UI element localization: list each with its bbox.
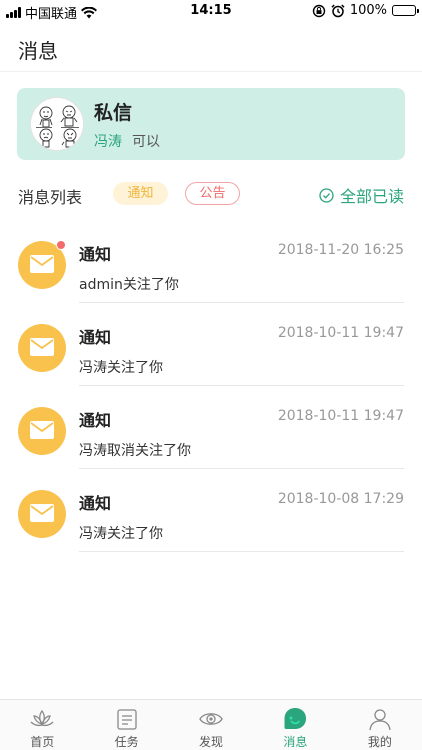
message-title: 通知	[79, 494, 112, 513]
tab-discover[interactable]: 发现	[169, 700, 253, 750]
task-icon	[116, 709, 137, 730]
message-time: 2018-10-08 17:29	[277, 491, 404, 507]
page-header: 消息	[0, 22, 422, 72]
list-item[interactable]: 通知 2018-10-11 19:47 冯涛关注了你	[0, 303, 422, 386]
private-message-preview: 可以	[132, 134, 160, 150]
mark-all-read-label: 全部已读	[339, 187, 404, 206]
person-icon	[369, 709, 391, 731]
alarm-icon	[331, 3, 345, 17]
battery-percent: 100%	[349, 3, 387, 18]
check-circle-icon	[319, 187, 334, 203]
message-time: 2018-10-11 19:47	[277, 325, 404, 341]
avatar	[30, 97, 84, 151]
message-time: 2018-10-11 19:47	[277, 408, 404, 424]
message-list-title: 消息列表	[18, 188, 83, 207]
message-title: 通知	[79, 328, 112, 347]
list-item[interactable]: 通知 2018-11-20 16:25 admin关注了你	[0, 220, 422, 303]
filter-tag-notice[interactable]: 通知	[113, 182, 168, 205]
message-icon	[284, 708, 307, 729]
status-bar: 中国联通 14:15 100%	[0, 0, 422, 22]
rotation-lock-icon	[312, 4, 326, 17]
mail-icon	[18, 324, 66, 372]
battery-icon	[392, 5, 419, 16]
message-text: 冯涛关注了你	[79, 526, 163, 542]
filter-tag-announcement[interactable]: 公告	[185, 182, 240, 205]
tab-tasks[interactable]: 任务	[84, 700, 168, 750]
message-list: 通知 2018-11-20 16:25 admin关注了你 通知 2018-10…	[0, 220, 422, 552]
tab-bar: 首页 任务 发现 消息 我的	[0, 699, 422, 750]
tab-home-label: 首页	[30, 735, 55, 749]
mail-icon	[18, 407, 66, 455]
tab-messages[interactable]: 消息	[253, 700, 337, 750]
list-item[interactable]: 通知 2018-10-08 17:29 冯涛关注了你	[0, 469, 422, 552]
mail-icon	[18, 240, 66, 289]
message-title: 通知	[79, 245, 112, 264]
page-title: 消息	[18, 39, 58, 63]
tab-tasks-label: 任务	[114, 735, 139, 749]
status-bar-right: 100%	[312, 3, 419, 18]
tab-profile-label: 我的	[367, 735, 392, 749]
lotus-icon	[30, 709, 54, 727]
mail-icon	[18, 490, 66, 538]
tab-home[interactable]: 首页	[0, 700, 84, 750]
eye-icon	[199, 713, 223, 725]
private-message-card[interactable]: 私信 冯涛 可以	[17, 88, 405, 160]
message-text: 冯涛关注了你	[79, 360, 163, 376]
message-text: 冯涛取消关注了你	[79, 443, 191, 459]
message-list-header: 消息列表 通知 公告 全部已读	[0, 180, 422, 208]
private-message-sender: 冯涛	[94, 134, 122, 150]
list-item[interactable]: 通知 2018-10-11 19:47 冯涛取消关注了你	[0, 386, 422, 469]
tab-messages-label: 消息	[283, 735, 308, 749]
private-message-title: 私信	[94, 102, 133, 124]
message-title: 通知	[79, 411, 112, 430]
tab-discover-label: 发现	[199, 735, 224, 749]
divider	[79, 551, 404, 552]
message-text: admin关注了你	[79, 277, 179, 293]
unread-dot	[56, 240, 66, 250]
message-time: 2018-11-20 16:25	[277, 242, 404, 258]
tab-profile[interactable]: 我的	[338, 700, 422, 750]
mark-all-read-button[interactable]: 全部已读	[319, 183, 404, 207]
